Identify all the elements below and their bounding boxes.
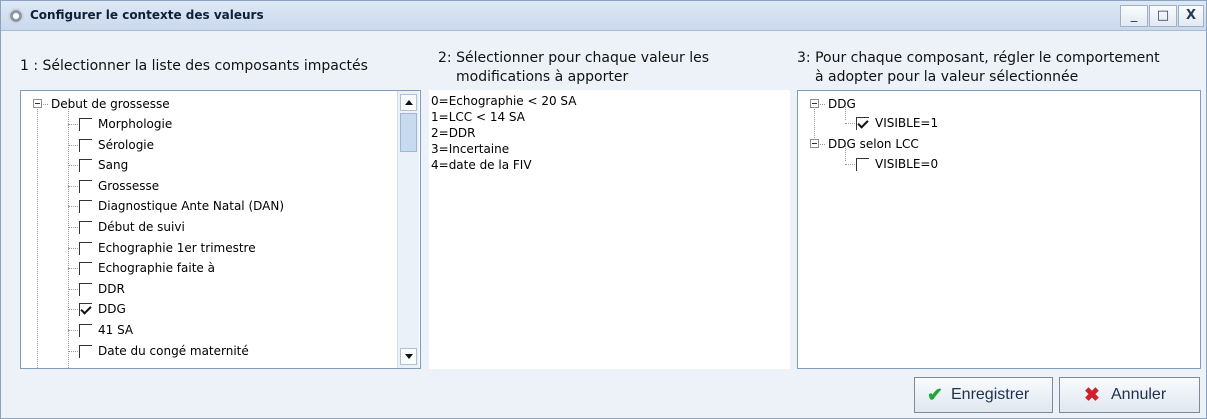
save-button-label: Enregistrer [951, 386, 1030, 403]
tree-item-row[interactable]: Diagnostique Ante Natal (DAN) [21, 196, 371, 216]
tree-item-label: Echographie 1er trimestre [98, 240, 256, 255]
tree-item-label: Echographie faite à [98, 261, 215, 276]
tree-connector [68, 227, 78, 228]
save-button[interactable]: ✔ Enregistrer [914, 377, 1053, 413]
tree-item-row[interactable]: 41 SA [21, 320, 371, 340]
tree-item-row[interactable]: Date du congé maternité [21, 341, 371, 361]
tree-connector [845, 123, 855, 124]
minimize-button[interactable]: _ [1120, 5, 1148, 27]
cancel-button[interactable]: ✖ Annuler [1059, 377, 1200, 413]
behaviour-parent-row[interactable]: DDG selon LCC [798, 134, 1188, 154]
tree-item-row[interactable]: Grossesse [21, 176, 371, 196]
tree-connector [68, 330, 78, 331]
right-section-title-line1: 3: Pour chaque composant, régler le comp… [797, 50, 1160, 66]
tree-item-row[interactable]: Echographie faite à [21, 258, 371, 278]
checkbox-icon[interactable] [79, 221, 92, 234]
tree-connector [68, 185, 78, 187]
tree-item-label: DDG [98, 302, 126, 317]
checkbox-icon[interactable] [79, 262, 92, 276]
middle-section-title: 2: Sélectionner pour chaque valeur les m… [438, 49, 709, 87]
dialog-window: Configurer le contexte des valeurs _ □ X… [0, 0, 1207, 419]
middle-section-title-line2: modifications à apporter [456, 69, 629, 85]
checkbox-icon[interactable] [79, 344, 92, 358]
checkbox-icon[interactable] [79, 282, 92, 296]
behaviour-tree[interactable]: DDG VISIBLE=1 DDG selon LCC VISIBLE=0 [797, 90, 1201, 369]
scroll-up-icon[interactable] [400, 94, 417, 111]
tree-item-label: Sang [98, 158, 129, 173]
cancel-button-label: Annuler [1111, 386, 1167, 403]
tree-item-row[interactable]: Début de suivi [21, 217, 371, 237]
check-icon: ✔ [927, 385, 943, 406]
tree-item-row[interactable]: Echographie 1er trimestre [21, 238, 371, 258]
scroll-down-icon[interactable] [400, 348, 417, 365]
cross-icon: ✖ [1084, 385, 1100, 406]
behaviour-child-label: VISIBLE=0 [875, 157, 939, 171]
tree-item-label: Début de suivi [98, 220, 185, 234]
behaviour-parent-label: DDG selon LCC [828, 137, 919, 151]
right-section-title: 3: Pour chaque composant, régler le comp… [797, 49, 1160, 87]
tree-connector [820, 104, 825, 105]
tree-connector [68, 309, 78, 311]
tree-connector [43, 104, 48, 105]
tree-item-label: Sérologie [98, 137, 155, 152]
value-item[interactable]: 4=date de la FIV [431, 157, 532, 173]
tree-item-label: Morphologie [98, 117, 173, 131]
value-item[interactable]: 2=DDR [431, 125, 476, 141]
behaviour-parent-label: DDG [828, 97, 856, 111]
value-item[interactable]: 3=Incertaine [431, 141, 509, 157]
checkbox-icon[interactable] [79, 118, 92, 131]
tree-connector [68, 165, 78, 167]
checkbox-icon[interactable] [79, 324, 92, 337]
behaviour-child-row[interactable]: VISIBLE=1 [798, 113, 1188, 133]
values-list[interactable]: 0=Echographie < 20 SA 1=LCC < 14 SA 2=DD… [429, 90, 790, 369]
tree-connector [68, 268, 78, 270]
window-title: Configurer le contexte des valeurs [30, 8, 264, 22]
tree-connector [820, 144, 825, 145]
checkbox-icon[interactable] [79, 138, 92, 152]
checkbox-icon[interactable] [79, 200, 92, 214]
tree-item-label: Grossesse [98, 178, 160, 193]
tree-item-label: Date du congé maternité [98, 343, 249, 358]
tree-item-row[interactable]: DDG [21, 299, 371, 319]
checkbox-icon[interactable] [79, 159, 92, 173]
maximize-button[interactable]: □ [1149, 5, 1177, 27]
tree-item-label: DDR [98, 281, 125, 296]
scroll-thumb[interactable] [400, 113, 417, 152]
behaviour-parent-row[interactable]: DDG [798, 94, 1188, 114]
behaviour-child-label: VISIBLE=1 [875, 116, 939, 130]
tree-root-row[interactable]: Debut de grossesse [21, 94, 391, 114]
tree-item-row[interactable]: DDR [21, 279, 371, 299]
vertical-scrollbar[interactable] [397, 91, 419, 368]
tree-connector [845, 164, 855, 165]
tree-item-row[interactable]: Sang [21, 155, 371, 175]
components-tree[interactable]: Debut de grossesse Morphologie Sérologie S… [20, 90, 421, 369]
behaviour-child-row[interactable]: VISIBLE=0 [798, 154, 1188, 174]
gear-icon [8, 8, 24, 24]
checkbox-checked-icon[interactable] [79, 303, 92, 317]
tree-connector [68, 288, 78, 290]
tree-item-label: 41 SA [98, 323, 134, 337]
middle-section-title-line1: 2: Sélectionner pour chaque valeur les [438, 50, 710, 66]
tree-item-row[interactable]: Sérologie [21, 135, 371, 155]
tree-item-row[interactable]: Morphologie [21, 114, 371, 134]
tree-item-label: Diagnostique Ante Natal (DAN) [98, 199, 285, 214]
title-bar[interactable]: Configurer le contexte des valeurs _ □ X [1, 1, 1206, 31]
tree-connector [68, 247, 78, 249]
tree-connector [68, 206, 78, 208]
tree-connector [68, 350, 78, 352]
checkbox-icon[interactable] [856, 158, 869, 171]
close-button[interactable]: X [1178, 5, 1204, 27]
checkbox-checked-icon[interactable] [856, 117, 869, 130]
value-item[interactable]: 0=Echographie < 20 SA [431, 93, 576, 109]
tree-connector [68, 144, 78, 146]
collapse-icon[interactable] [810, 139, 819, 148]
left-section-title: 1 : Sélectionner la liste des composants… [20, 58, 368, 74]
value-item[interactable]: 1=LCC < 14 SA [431, 109, 525, 125]
checkbox-icon[interactable] [79, 179, 92, 193]
tree-connector [68, 124, 78, 125]
checkbox-icon[interactable] [79, 241, 92, 255]
right-section-title-line2: à adopter pour la valeur sélectionnée [815, 69, 1079, 85]
